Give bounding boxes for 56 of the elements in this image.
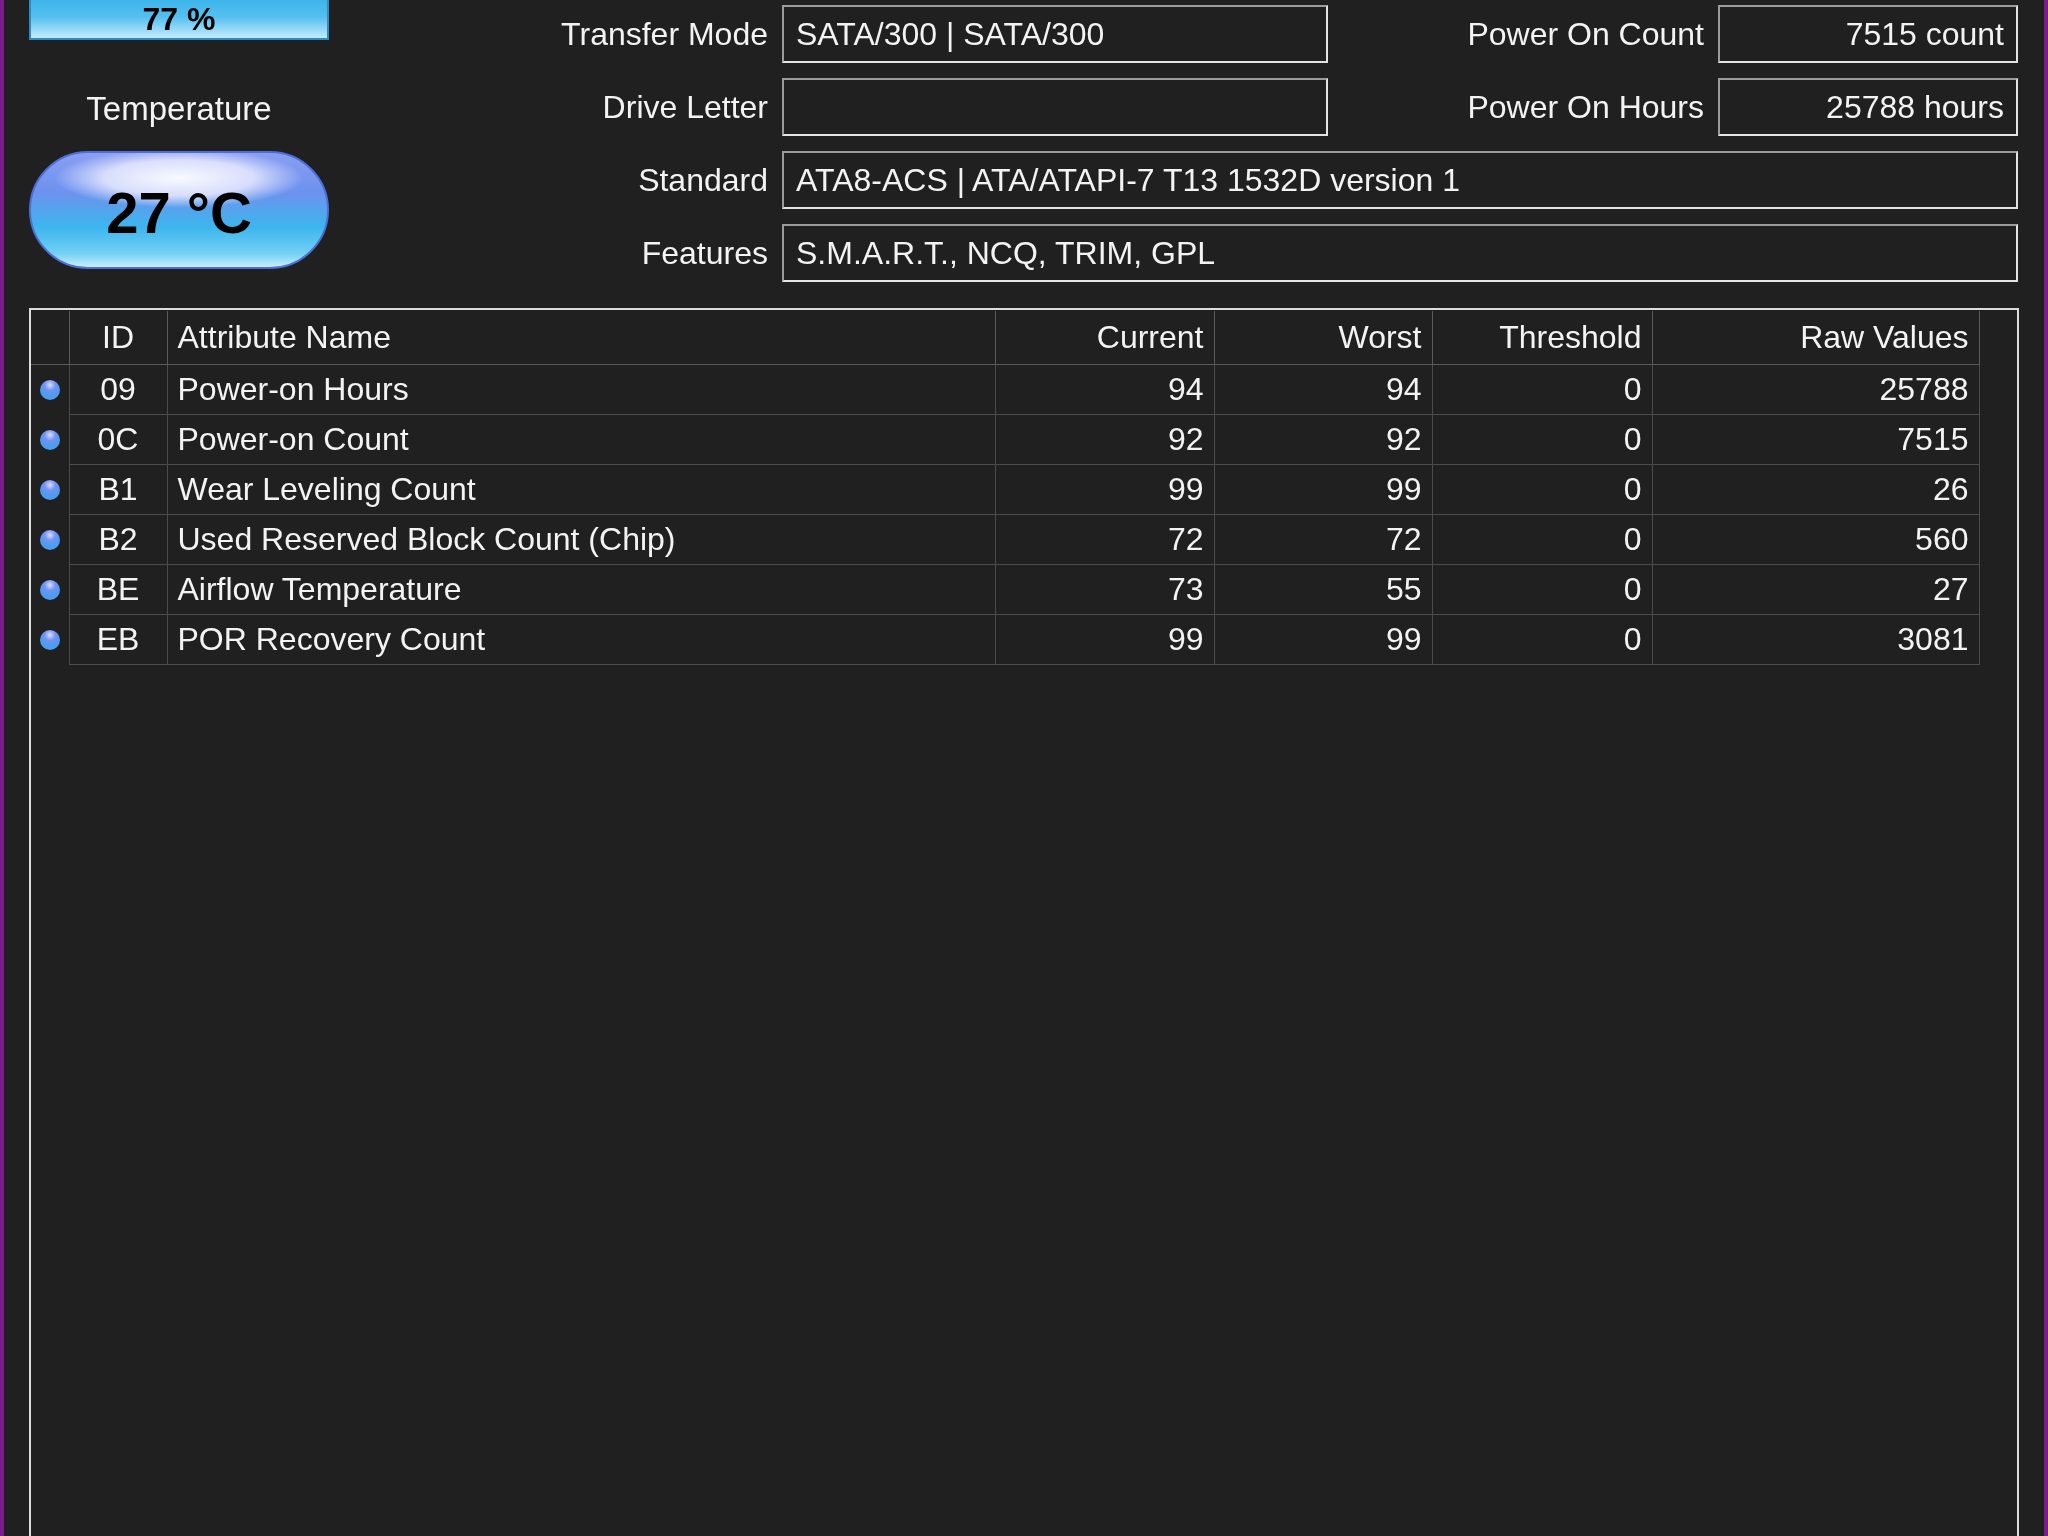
field-label: Standard — [638, 161, 768, 199]
table-cell: Wear Leveling Count — [167, 464, 995, 514]
table-cell: 55 — [1214, 564, 1432, 614]
table-cell: 0 — [1432, 464, 1652, 514]
field-label: Features — [641, 234, 768, 272]
table-cell: POR Recovery Count — [167, 614, 995, 664]
value-field: SATA/300 | SATA/300 — [782, 5, 1328, 63]
table-cell: B2 — [69, 514, 167, 564]
field-label: Power On Count — [1467, 15, 1704, 53]
value-field: 25788 hours — [1718, 78, 2018, 136]
column-header[interactable]: ID — [69, 311, 167, 364]
value-field: ATA8-ACS | ATA/ATAPI-7 T13 1532D version 1 — [782, 151, 2018, 209]
value-field: 7515 count — [1718, 5, 2018, 63]
table-cell: 25788 — [1652, 364, 1979, 414]
temperature-indicator: 27 °C — [29, 151, 329, 269]
table-cell: 94 — [1214, 364, 1432, 414]
column-header[interactable]: Raw Values — [1652, 311, 1979, 364]
table-cell: Power-on Hours — [167, 364, 995, 414]
table-cell: 99 — [995, 464, 1214, 514]
field-label: Power On Hours — [1467, 88, 1704, 126]
table-cell: 94 — [995, 364, 1214, 414]
value-field: S.M.A.R.T., NCQ, TRIM, GPL — [782, 224, 2018, 282]
column-header[interactable]: Attribute Name — [167, 311, 995, 364]
table-cell: 0 — [1432, 364, 1652, 414]
field-label: Drive Letter — [602, 88, 768, 126]
table-cell: 92 — [1214, 414, 1432, 464]
table-cell: 3081 — [1652, 614, 1979, 664]
table-cell: BE — [69, 564, 167, 614]
table-cell: Airflow Temperature — [167, 564, 995, 614]
field-label: Transfer Mode — [561, 15, 768, 53]
table-cell: 0 — [1432, 414, 1652, 464]
health-status-indicator: 77 % — [29, 0, 329, 40]
table-cell: 72 — [1214, 514, 1432, 564]
column-header[interactable]: Threshold — [1432, 311, 1652, 364]
table-cell: 99 — [1214, 614, 1432, 664]
table-cell: B1 — [69, 464, 167, 514]
table-cell: Power-on Count — [167, 414, 995, 464]
table-cell: 0 — [1432, 514, 1652, 564]
table-cell: Used Reserved Block Count (Chip) — [167, 514, 995, 564]
column-header[interactable]: Current — [995, 311, 1214, 364]
table-cell: EB — [69, 614, 167, 664]
table-cell: 99 — [995, 614, 1214, 664]
table-cell: 92 — [995, 414, 1214, 464]
table-cell: 73 — [995, 564, 1214, 614]
table-cell: 7515 — [1652, 414, 1979, 464]
table-cell: 0 — [1432, 564, 1652, 614]
table-cell: 0C — [69, 414, 167, 464]
table-cell: 26 — [1652, 464, 1979, 514]
column-header[interactable]: Worst — [1214, 311, 1432, 364]
table-cell: 72 — [995, 514, 1214, 564]
table-cell: 560 — [1652, 514, 1979, 564]
temperature-label: Temperature — [86, 90, 272, 128]
table-cell: 09 — [69, 364, 167, 414]
table-cell: 27 — [1652, 564, 1979, 614]
table-cell: 0 — [1432, 614, 1652, 664]
table-cell: 99 — [1214, 464, 1432, 514]
